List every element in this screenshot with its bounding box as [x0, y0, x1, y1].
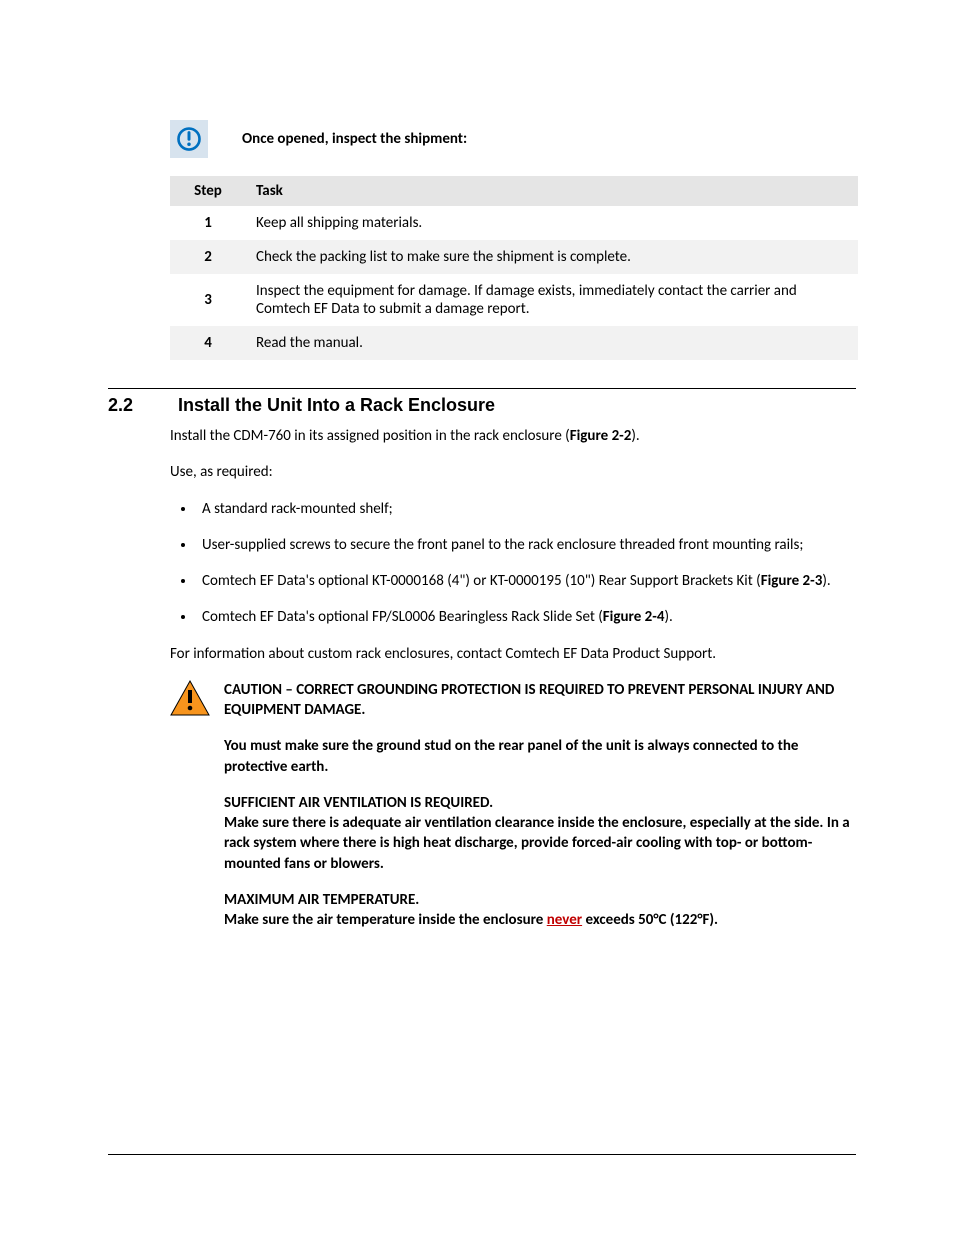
step-task: Read the manual.	[246, 326, 858, 360]
list-item: Comtech EF Data's optional FP/SL0006 Bea…	[196, 607, 856, 627]
table-row: 3 Inspect the equipment for damage. If d…	[170, 274, 858, 326]
note-row: Once opened, inspect the shipment:	[108, 120, 856, 158]
figure-ref: Figure 2-3	[761, 572, 823, 590]
info-icon	[170, 120, 208, 158]
table-row: 4 Read the manual.	[170, 326, 858, 360]
caution-p4: MAXIMUM AIR TEMPERATURE.Make sure the ai…	[224, 890, 856, 931]
after-paragraph: For information about custom rack enclos…	[170, 644, 856, 664]
footer-divider	[108, 1154, 856, 1155]
intro-paragraph: Install the CDM-760 in its assigned posi…	[170, 426, 856, 446]
table-head-task: Task	[246, 176, 858, 206]
step-task: Keep all shipping materials.	[246, 206, 858, 240]
section-divider	[108, 388, 856, 389]
table-row: 1 Keep all shipping materials.	[170, 206, 858, 240]
section-body: Install the CDM-760 in its assigned posi…	[170, 426, 856, 664]
caution-text: CAUTION – CORRECT GROUNDING PROTECTION I…	[224, 680, 856, 947]
table-row: 2 Check the packing list to make sure th…	[170, 240, 858, 274]
list-item: User-supplied screws to secure the front…	[196, 535, 856, 555]
warning-icon	[170, 680, 210, 716]
table-head-step: Step	[170, 176, 246, 206]
figure-ref: Figure 2-2	[570, 427, 632, 445]
caution-block: CAUTION – CORRECT GROUNDING PROTECTION I…	[170, 680, 856, 947]
note-text: Once opened, inspect the shipment:	[242, 130, 467, 148]
caution-p1: CAUTION – CORRECT GROUNDING PROTECTION I…	[224, 680, 856, 721]
figure-ref: Figure 2-4	[603, 608, 665, 626]
step-number: 3	[170, 274, 246, 326]
document-page: Once opened, inspect the shipment: Step …	[0, 0, 954, 1235]
section-heading: 2.2Install the Unit Into a Rack Enclosur…	[108, 395, 856, 416]
section-title: Install the Unit Into a Rack Enclosure	[178, 395, 495, 415]
list-item: Comtech EF Data's optional KT-0000168 (4…	[196, 571, 856, 591]
bullet-list: A standard rack-mounted shelf; User-supp…	[170, 499, 856, 628]
list-item: A standard rack-mounted shelf;	[196, 499, 856, 519]
use-paragraph: Use, as required:	[170, 462, 856, 482]
caution-p3: SUFFICIENT AIR VENTILATION IS REQUIRED. …	[224, 793, 856, 874]
step-task: Inspect the equipment for damage. If dam…	[246, 274, 858, 326]
steps-table: Step Task 1 Keep all shipping materials.…	[170, 176, 858, 360]
step-number: 2	[170, 240, 246, 274]
step-number: 1	[170, 206, 246, 240]
section-number: 2.2	[108, 395, 178, 416]
never-emphasis: never	[547, 911, 582, 929]
step-task: Check the packing list to make sure the …	[246, 240, 858, 274]
step-number: 4	[170, 326, 246, 360]
caution-p2: You must make sure the ground stud on th…	[224, 736, 856, 777]
